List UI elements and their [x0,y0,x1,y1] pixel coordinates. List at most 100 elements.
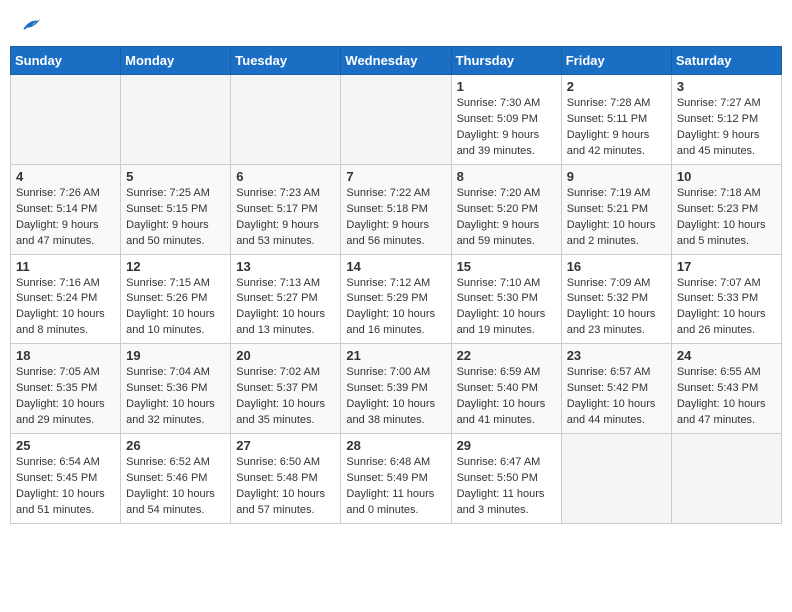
day-number: 19 [126,348,225,363]
weekday-header-row: SundayMondayTuesdayWednesdayThursdayFrid… [11,47,782,75]
day-number: 23 [567,348,666,363]
weekday-header-friday: Friday [561,47,671,75]
day-info: Sunrise: 6:54 AM Sunset: 5:45 PM Dayligh… [16,455,115,519]
day-number: 28 [346,438,445,453]
calendar-cell: 24 Sunrise: 6:55 AM Sunset: 5:43 PM Dayli… [671,344,781,434]
day-number: 27 [236,438,335,453]
calendar-cell: 15 Sunrise: 7:10 AM Sunset: 5:30 PM Dayli… [451,254,561,344]
day-info: Sunrise: 7:18 AM Sunset: 5:23 PM Dayligh… [677,186,776,250]
day-info: Sunrise: 7:20 AM Sunset: 5:20 PM Dayligh… [457,186,556,250]
day-info: Sunrise: 7:16 AM Sunset: 5:24 PM Dayligh… [16,276,115,340]
calendar-cell: 12 Sunrise: 7:15 AM Sunset: 5:26 PM Dayli… [121,254,231,344]
day-info: Sunrise: 6:55 AM Sunset: 5:43 PM Dayligh… [677,365,776,429]
calendar-cell: 29 Sunrise: 6:47 AM Sunset: 5:50 PM Dayli… [451,434,561,524]
day-info: Sunrise: 7:05 AM Sunset: 5:35 PM Dayligh… [16,365,115,429]
day-info: Sunrise: 7:07 AM Sunset: 5:33 PM Dayligh… [677,276,776,340]
day-number: 1 [457,79,556,94]
weekday-header-monday: Monday [121,47,231,75]
weekday-header-wednesday: Wednesday [341,47,451,75]
day-info: Sunrise: 7:04 AM Sunset: 5:36 PM Dayligh… [126,365,225,429]
day-info: Sunrise: 6:47 AM Sunset: 5:50 PM Dayligh… [457,455,556,519]
calendar-cell: 23 Sunrise: 6:57 AM Sunset: 5:42 PM Dayli… [561,344,671,434]
weekday-header-thursday: Thursday [451,47,561,75]
calendar-cell: 28Sunrise: 6:48 AM Sunset: 5:49 PM Dayli… [341,434,451,524]
calendar-cell [11,75,121,165]
day-number: 4 [16,169,115,184]
calendar-week-5: 25 Sunrise: 6:54 AM Sunset: 5:45 PM Dayli… [11,434,782,524]
day-number: 26 [126,438,225,453]
day-info: Sunrise: 7:09 AM Sunset: 5:32 PM Dayligh… [567,276,666,340]
day-info: Sunrise: 6:59 AM Sunset: 5:40 PM Dayligh… [457,365,556,429]
day-number: 3 [677,79,776,94]
calendar-cell: 26 Sunrise: 6:52 AM Sunset: 5:46 PM Dayli… [121,434,231,524]
logo [18,14,40,34]
day-info: Sunrise: 6:57 AM Sunset: 5:42 PM Dayligh… [567,365,666,429]
day-number: 14 [346,259,445,274]
page-header [10,10,782,38]
calendar-cell: 5Sunrise: 7:25 AM Sunset: 5:15 PM Daylig… [121,164,231,254]
calendar-cell: 16 Sunrise: 7:09 AM Sunset: 5:32 PM Dayli… [561,254,671,344]
calendar-cell: 11 Sunrise: 7:16 AM Sunset: 5:24 PM Dayli… [11,254,121,344]
calendar-table: SundayMondayTuesdayWednesdayThursdayFrid… [10,46,782,524]
calendar-cell: 1Sunrise: 7:30 AM Sunset: 5:09 PM Daylig… [451,75,561,165]
weekday-header-sunday: Sunday [11,47,121,75]
day-number: 8 [457,169,556,184]
day-info: Sunrise: 7:15 AM Sunset: 5:26 PM Dayligh… [126,276,225,340]
calendar-cell: 25 Sunrise: 6:54 AM Sunset: 5:45 PM Dayli… [11,434,121,524]
day-number: 29 [457,438,556,453]
calendar-cell [341,75,451,165]
calendar-cell: 6 Sunrise: 7:23 AM Sunset: 5:17 PM Daylig… [231,164,341,254]
calendar-cell: 19 Sunrise: 7:04 AM Sunset: 5:36 PM Dayli… [121,344,231,434]
day-number: 24 [677,348,776,363]
calendar-week-3: 11 Sunrise: 7:16 AM Sunset: 5:24 PM Dayli… [11,254,782,344]
day-info: Sunrise: 7:13 AM Sunset: 5:27 PM Dayligh… [236,276,335,340]
day-info: Sunrise: 7:19 AM Sunset: 5:21 PM Dayligh… [567,186,666,250]
day-info: Sunrise: 7:12 AM Sunset: 5:29 PM Dayligh… [346,276,445,340]
calendar-cell: 13 Sunrise: 7:13 AM Sunset: 5:27 PM Dayli… [231,254,341,344]
day-number: 20 [236,348,335,363]
logo-bird-icon [20,14,40,34]
day-number: 9 [567,169,666,184]
day-number: 18 [16,348,115,363]
weekday-header-saturday: Saturday [671,47,781,75]
day-info: Sunrise: 7:10 AM Sunset: 5:30 PM Dayligh… [457,276,556,340]
day-info: Sunrise: 7:02 AM Sunset: 5:37 PM Dayligh… [236,365,335,429]
calendar-cell: 7 Sunrise: 7:22 AM Sunset: 5:18 PM Daylig… [341,164,451,254]
day-info: Sunrise: 7:22 AM Sunset: 5:18 PM Dayligh… [346,186,445,250]
day-info: Sunrise: 6:50 AM Sunset: 5:48 PM Dayligh… [236,455,335,519]
calendar-cell: 27 Sunrise: 6:50 AM Sunset: 5:48 PM Dayli… [231,434,341,524]
calendar-cell: 17 Sunrise: 7:07 AM Sunset: 5:33 PM Dayli… [671,254,781,344]
day-number: 12 [126,259,225,274]
calendar-cell [671,434,781,524]
calendar-week-4: 18 Sunrise: 7:05 AM Sunset: 5:35 PM Dayli… [11,344,782,434]
calendar-cell: 21Sunrise: 7:00 AM Sunset: 5:39 PM Dayli… [341,344,451,434]
day-number: 13 [236,259,335,274]
day-number: 2 [567,79,666,94]
calendar-cell: 20 Sunrise: 7:02 AM Sunset: 5:37 PM Dayli… [231,344,341,434]
day-number: 6 [236,169,335,184]
calendar-cell [121,75,231,165]
calendar-cell: 14 Sunrise: 7:12 AM Sunset: 5:29 PM Dayli… [341,254,451,344]
calendar-week-1: 1Sunrise: 7:30 AM Sunset: 5:09 PM Daylig… [11,75,782,165]
day-number: 7 [346,169,445,184]
day-number: 16 [567,259,666,274]
calendar-cell [561,434,671,524]
day-number: 25 [16,438,115,453]
day-number: 11 [16,259,115,274]
day-number: 22 [457,348,556,363]
calendar-cell: 2Sunrise: 7:28 AM Sunset: 5:11 PM Daylig… [561,75,671,165]
day-number: 10 [677,169,776,184]
calendar-cell [231,75,341,165]
day-info: Sunrise: 7:25 AM Sunset: 5:15 PM Dayligh… [126,186,225,250]
calendar-cell: 22 Sunrise: 6:59 AM Sunset: 5:40 PM Dayli… [451,344,561,434]
day-info: Sunrise: 6:52 AM Sunset: 5:46 PM Dayligh… [126,455,225,519]
day-number: 21 [346,348,445,363]
day-info: Sunrise: 7:23 AM Sunset: 5:17 PM Dayligh… [236,186,335,250]
day-info: Sunrise: 7:26 AM Sunset: 5:14 PM Dayligh… [16,186,115,250]
day-number: 15 [457,259,556,274]
calendar-cell: 4 Sunrise: 7:26 AM Sunset: 5:14 PM Daylig… [11,164,121,254]
day-info: Sunrise: 7:27 AM Sunset: 5:12 PM Dayligh… [677,96,776,160]
weekday-header-tuesday: Tuesday [231,47,341,75]
calendar-week-2: 4 Sunrise: 7:26 AM Sunset: 5:14 PM Daylig… [11,164,782,254]
day-number: 17 [677,259,776,274]
